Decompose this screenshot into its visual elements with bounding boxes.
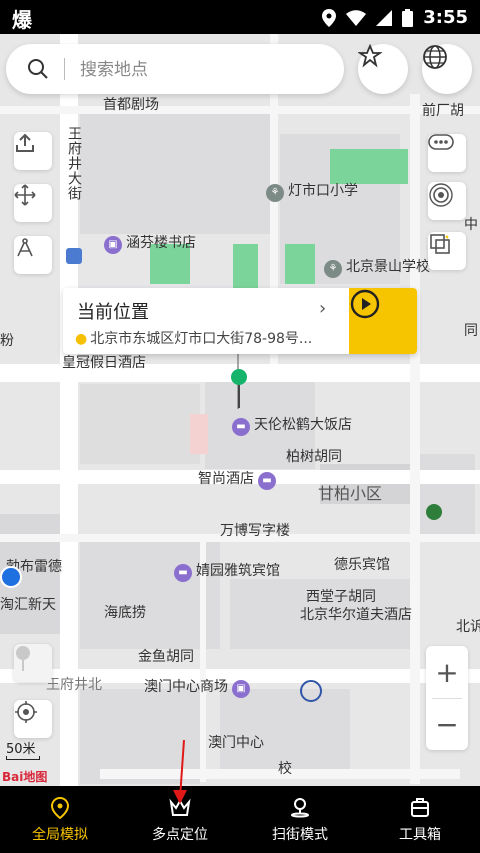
app-glyph: 爆 (12, 8, 32, 32)
map-label: 北京华尔道夫酒店 (300, 607, 412, 623)
hotel-icon: ▬ (232, 418, 250, 436)
location-card-title: 当前位置 (77, 302, 149, 323)
tab-label: 扫街模式 (272, 827, 328, 843)
status-icons: 3:55 (322, 7, 468, 28)
map-label: 王府井北 (46, 677, 102, 693)
map-label: 西堂子胡同 (306, 589, 376, 605)
school-icon-2: ⚘ (324, 260, 342, 278)
street-view-icon (16, 646, 30, 671)
layers-button[interactable] (428, 232, 466, 270)
locate-button[interactable] (14, 700, 52, 738)
satellite-button[interactable] (428, 182, 466, 220)
location-card-address: ● 北京市东城区灯市口大街78-98号... (75, 331, 313, 347)
chevron-right-icon[interactable]: › (319, 298, 326, 319)
map-label: 海底捞 (104, 605, 146, 621)
location-pin-icon[interactable] (230, 368, 248, 408)
tab-toolbox[interactable]: 工具箱 (360, 786, 480, 853)
map-label: 淘汇新天 (0, 597, 56, 613)
map-label: 首都剧场 (103, 97, 159, 113)
scale-bar (6, 756, 40, 760)
tab-global-simulation[interactable]: 全局模拟 (0, 786, 120, 853)
globe-icon (423, 45, 447, 69)
move-button[interactable] (14, 184, 52, 222)
toolbox-icon (411, 798, 429, 817)
map-label: 中 (464, 217, 478, 233)
red-arrow-annotation (173, 740, 187, 804)
map-label: ▬ 婧园雅筑宾馆 (170, 560, 280, 582)
street-view-button[interactable] (14, 644, 52, 682)
tab-label: 全局模拟 (32, 827, 88, 843)
map-label: ▣ 涵芬楼书店 (100, 232, 196, 254)
zoom-out-button[interactable]: − (426, 698, 468, 750)
start-simulation-button[interactable] (349, 288, 417, 354)
tab-scan-mode[interactable]: 扫街模式 (240, 786, 360, 853)
status-bar: 爆 3:55 (0, 0, 480, 34)
search-input[interactable] (78, 54, 332, 86)
map-label: 王府井大街 (66, 126, 82, 201)
dots-icon (428, 134, 454, 150)
play-icon (350, 289, 380, 319)
star-icon (358, 44, 382, 68)
subway-icon (300, 680, 322, 702)
map-label: 金鱼胡同 (138, 649, 194, 665)
school-icon: ⚘ (266, 184, 284, 202)
zoom-control: + − (426, 646, 468, 750)
food-icon (426, 504, 442, 520)
compass-icon (17, 238, 33, 257)
address-pin-icon: ● (75, 331, 88, 347)
favorite-button[interactable] (358, 44, 408, 94)
hotel-icon: ▬ (258, 472, 276, 490)
scale-label: 50米 (6, 742, 36, 757)
minus-icon: − (435, 707, 459, 741)
map-label: 粉 (0, 333, 14, 349)
bookstore-icon: ▣ (104, 236, 122, 254)
hotel-icon: ▬ (174, 564, 192, 582)
upload-icon (16, 133, 34, 152)
zoom-in-button[interactable]: + (426, 646, 468, 698)
share-button[interactable] (14, 132, 52, 170)
location-status-icon (322, 8, 337, 27)
map-label: 同 (464, 323, 478, 339)
map-label: 澳门中心 (208, 735, 264, 751)
plus-icon: + (435, 655, 459, 689)
map-canvas[interactable]: 首都剧场 前厂胡 王府井大街 ⚘ 灯市口小学 ▣ 涵芬楼书店 ⚘ 北京景山学校 粉 同… (0, 34, 480, 786)
map-label: 皇冠假日酒店 (62, 355, 146, 371)
layers-icon (430, 234, 450, 254)
target-icon (15, 701, 37, 723)
map-label: 甘柏小区 (318, 484, 383, 503)
signal-icon (376, 9, 393, 26)
compass-button[interactable] (14, 236, 52, 274)
map-label: 校 (278, 761, 292, 777)
brand-logo: Bai地图 (2, 770, 48, 784)
search-divider (64, 58, 65, 80)
move-icon (14, 184, 36, 206)
tab-label: 多点定位 (152, 827, 208, 843)
map-label: 北诉 (456, 619, 480, 635)
globe-button[interactable] (422, 44, 472, 94)
map-label: 万博写字楼 (220, 523, 290, 539)
search-bar[interactable] (6, 44, 344, 94)
status-time: 3:55 (423, 7, 468, 28)
search-icon[interactable] (26, 57, 50, 81)
more-button[interactable] (428, 134, 466, 172)
bus-icon (66, 248, 82, 264)
satellite-icon (429, 183, 453, 207)
map-label: 德乐宾馆 (334, 557, 390, 573)
map-label: 智尚酒店 ▬ (198, 468, 280, 490)
map-label: 前厂胡 (422, 103, 464, 119)
location-card[interactable]: 当前位置 › ● 北京市东城区灯市口大街78-98号... (63, 288, 417, 354)
battery-icon (402, 8, 414, 27)
location-pin-icon (50, 796, 70, 820)
map-label: 柏树胡同 (286, 449, 342, 465)
bottom-nav: 全局模拟 多点定位 扫街模式 工具箱 (0, 786, 480, 853)
map-label: ⚘ 北京景山学校 (320, 256, 430, 278)
tab-label: 工具箱 (399, 827, 441, 843)
map-label: 澳门中心商场 ▣ (144, 676, 254, 698)
mall-icon: ▣ (232, 680, 250, 698)
my-location-dot (0, 566, 22, 588)
scan-pin-icon (290, 798, 310, 818)
map-label: ⚘ 灯市口小学 (262, 180, 358, 202)
wifi-icon (346, 9, 367, 26)
map-label: ▬ 天伦松鹤大饭店 (228, 414, 352, 436)
